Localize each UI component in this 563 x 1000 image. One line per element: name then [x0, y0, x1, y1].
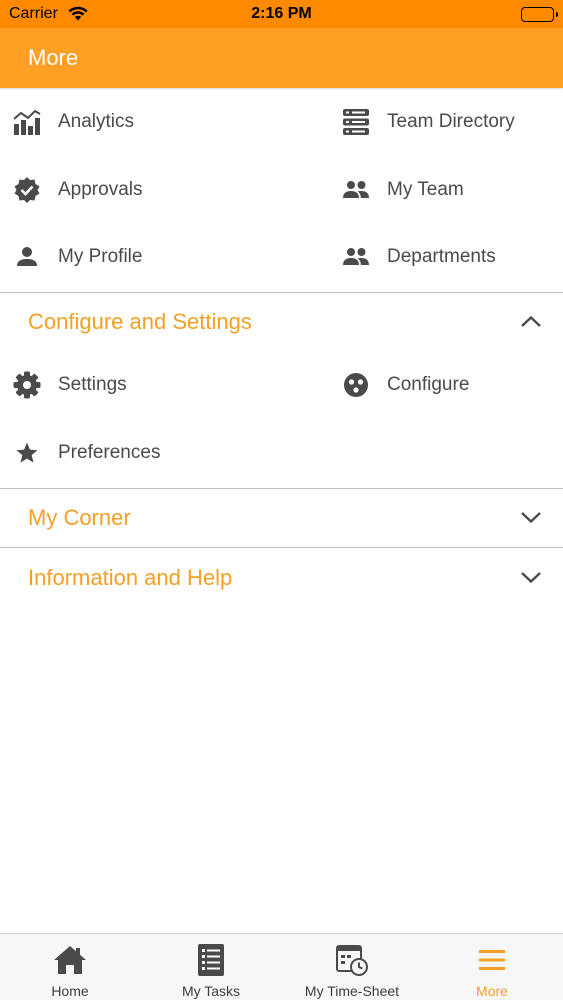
tab-label: More — [476, 983, 508, 999]
star-icon — [12, 438, 42, 468]
tab-home[interactable]: Home — [0, 934, 140, 1000]
analytics-icon — [12, 107, 42, 137]
person-icon — [12, 242, 42, 272]
divider — [0, 547, 563, 548]
chevron-up-icon — [519, 311, 543, 331]
menu-item-settings[interactable]: Settings — [12, 355, 127, 415]
status-time: 2:16 PM — [251, 5, 312, 22]
tab-my-tasks[interactable]: My Tasks — [141, 934, 281, 1000]
menu-icon — [474, 942, 510, 978]
task-list-icon — [193, 942, 229, 978]
section-title: My Corner — [28, 505, 131, 530]
tab-my-time-sheet[interactable]: My Time-Sheet — [282, 934, 422, 1000]
menu-item-label: Settings — [58, 374, 127, 395]
menu-item-label: Approvals — [58, 179, 143, 200]
database-icon — [341, 107, 371, 137]
menu-item-approvals[interactable]: Approvals — [12, 160, 143, 220]
menu-item-my-team[interactable]: My Team — [341, 160, 464, 220]
status-bar: Carrier 2:16 PM — [0, 0, 563, 28]
section-header-my-corner[interactable]: My Corner — [0, 489, 563, 545]
menu-item-team-directory[interactable]: Team Directory — [341, 92, 515, 152]
gear-icon — [12, 370, 42, 400]
menu-item-label: Analytics — [58, 111, 135, 132]
home-icon — [52, 942, 88, 978]
page-title: More — [28, 45, 79, 70]
chevron-down-icon — [519, 507, 543, 527]
menu-item-label: Configure — [387, 374, 470, 395]
verified-badge-icon — [12, 175, 42, 205]
tab-label: My Time-Sheet — [304, 983, 400, 999]
menu-item-analytics[interactable]: Analytics — [12, 92, 134, 152]
menu-item-label: Preferences — [58, 442, 161, 463]
menu-item-departments[interactable]: Departments — [341, 227, 496, 287]
menu-item-label: Departments — [387, 246, 496, 267]
timesheet-icon — [334, 942, 370, 978]
configure-icon — [341, 370, 371, 400]
menu-item-configure[interactable]: Configure — [341, 355, 469, 415]
section-title: Information and Help — [28, 565, 233, 590]
section-header-configure-settings[interactable]: Configure and Settings — [0, 293, 563, 349]
tab-label: My Tasks — [181, 983, 241, 999]
menu-item-label: My Team — [387, 179, 464, 200]
tab-label: Home — [51, 983, 89, 999]
group-icon — [341, 242, 371, 272]
tab-more[interactable]: More — [422, 934, 562, 1000]
menu-item-label: Team Directory — [387, 111, 515, 132]
nav-bar: More — [0, 28, 563, 88]
section-header-information-help[interactable]: Information and Help — [0, 549, 563, 605]
battery-icon — [521, 7, 558, 22]
section-title: Configure and Settings — [28, 309, 252, 334]
chevron-down-icon — [519, 567, 543, 587]
menu-item-label: My Profile — [58, 246, 143, 267]
menu-item-preferences[interactable]: Preferences — [12, 423, 160, 483]
group-icon — [341, 175, 371, 205]
menu-item-my-profile[interactable]: My Profile — [12, 227, 142, 287]
tab-bar: Home My Tasks My Time-Sheet More — [0, 933, 563, 1000]
